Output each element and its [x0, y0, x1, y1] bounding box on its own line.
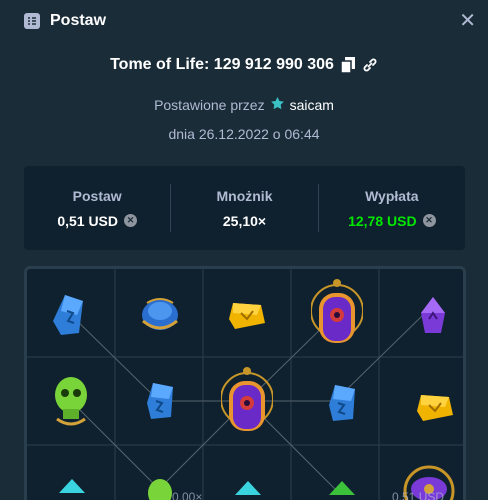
bet-value-row: 0,51 USD ✕: [57, 212, 138, 229]
currency-icon: ✕: [422, 214, 436, 227]
multiplier-label: Mnożnik: [216, 187, 273, 204]
bet-label: Postaw: [72, 187, 122, 204]
placed-by-label: Postawione przez: [154, 97, 265, 113]
stat-payout: Wypłata 12,78 USD ✕: [319, 188, 465, 229]
game-board: [24, 266, 466, 500]
copy-icon[interactable]: [340, 57, 356, 73]
vip-star-icon: [270, 96, 285, 114]
modal-title: Postaw: [50, 12, 107, 29]
bet-slip-icon: [24, 13, 40, 29]
modal-header: Postaw ✕: [0, 0, 488, 42]
payout-label: Wypłata: [365, 187, 419, 204]
bet-value: 0,51 USD: [57, 212, 119, 229]
username[interactable]: saicam: [290, 97, 334, 113]
link-icon[interactable]: [362, 57, 378, 73]
bet-date: dnia 26.12.2022 o 06:44: [168, 126, 320, 142]
payout-value: 12,78 USD: [348, 212, 417, 229]
stat-bet: Postaw 0,51 USD ✕: [24, 188, 170, 229]
close-icon[interactable]: ✕: [459, 11, 476, 31]
bet-id-row: Tome of Life: 129 912 990 306: [0, 56, 488, 74]
row-multiplier-label: 0,00×: [172, 490, 203, 500]
payout-value-row: 12,78 USD ✕: [348, 212, 436, 229]
multiplier-value: 25,10×: [222, 212, 267, 229]
placed-by-row: Postawione przez saicam: [0, 96, 488, 114]
row-payout-label: 0,51 USD: [392, 490, 445, 500]
bet-id: Tome of Life: 129 912 990 306: [110, 56, 334, 73]
stat-multiplier: Mnożnik 25,10×: [171, 188, 317, 229]
currency-icon: ✕: [124, 214, 138, 227]
bet-stats-panel: Postaw 0,51 USD ✕ Mnożnik 25,10× Wypłata…: [24, 166, 465, 250]
